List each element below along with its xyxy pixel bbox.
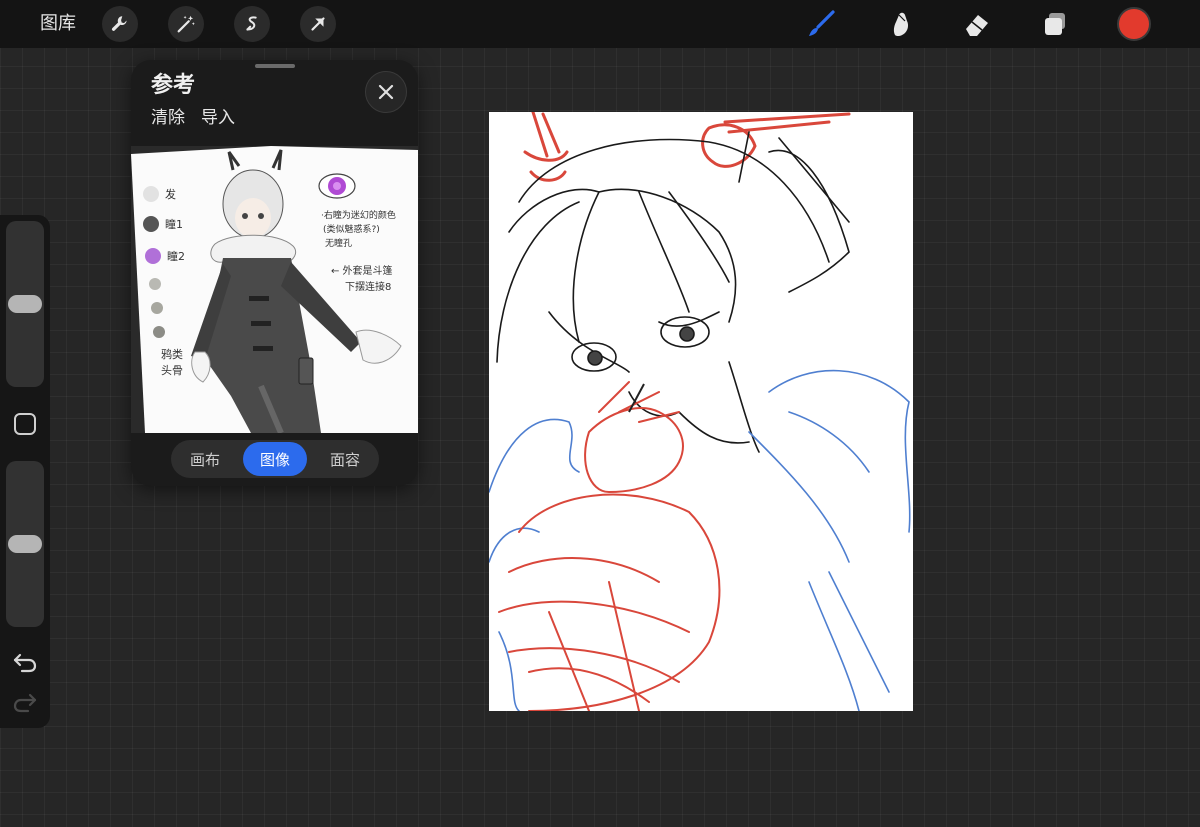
note-line-1: ·右瞳为迷幻的颜色 bbox=[321, 209, 396, 221]
left-sidebar bbox=[0, 215, 50, 728]
note-eye2: 瞳2 bbox=[167, 249, 185, 263]
note-eye1: 瞳1 bbox=[165, 217, 183, 231]
redo-icon[interactable] bbox=[12, 691, 38, 713]
sketch-artwork bbox=[489, 112, 911, 711]
brush-size-slider[interactable] bbox=[6, 221, 44, 387]
layers-icon bbox=[1045, 13, 1065, 35]
note-hair: 发 bbox=[165, 187, 176, 201]
undo-icon[interactable] bbox=[12, 651, 38, 673]
clear-button[interactable]: 清除 bbox=[151, 107, 185, 129]
reference-image[interactable]: 发 瞳1 瞳2 ·右瞳为迷幻的颜色 (类似魅惑系?) 无瞳孔 ← 外套是斗篷 下… bbox=[131, 146, 418, 433]
magic-wand-icon bbox=[177, 15, 195, 33]
tab-canvas[interactable]: 画布 bbox=[173, 442, 237, 476]
close-icon bbox=[378, 84, 394, 100]
character-reference-sheet: 发 瞳1 瞳2 ·右瞳为迷幻的颜色 (类似魅惑系?) 无瞳孔 ← 外套是斗篷 下… bbox=[131, 146, 418, 433]
red-ribbon-strokes bbox=[523, 112, 851, 182]
selection-button[interactable] bbox=[234, 6, 270, 42]
layers-button[interactable] bbox=[1037, 6, 1073, 42]
smudge-icon bbox=[893, 12, 909, 37]
reference-panel: 参考 清除 导入 发 瞳1 瞳2 ·右瞳为迷幻的颜色 (类似魅惑系?) 无瞳孔 … bbox=[131, 60, 418, 486]
swatch-hair bbox=[143, 186, 159, 202]
swatch-eye1 bbox=[143, 216, 159, 232]
note-line-6: 鸦类 bbox=[161, 347, 183, 361]
brush-icon bbox=[809, 10, 835, 36]
reference-title: 参考 bbox=[151, 73, 196, 98]
brush-size-slider-handle[interactable] bbox=[8, 295, 42, 313]
eraser-icon bbox=[966, 15, 988, 36]
note-line-4: ← 外套是斗篷 bbox=[331, 264, 393, 277]
actions-button[interactable] bbox=[102, 6, 138, 42]
reference-mode-control: 画布 图像 面容 bbox=[171, 440, 379, 478]
reference-actions: 清除 导入 bbox=[151, 107, 235, 129]
close-reference-button[interactable] bbox=[365, 71, 407, 113]
gallery-button[interactable]: 图库 bbox=[40, 12, 76, 36]
wrench-icon bbox=[111, 16, 127, 31]
drawing-canvas[interactable] bbox=[489, 112, 913, 711]
opacity-slider-handle[interactable] bbox=[8, 535, 42, 553]
brush-tool-button[interactable] bbox=[803, 6, 839, 42]
transform-arrow-icon bbox=[311, 17, 325, 31]
modify-button[interactable] bbox=[14, 413, 36, 435]
note-line-5: 下摆连接8 bbox=[345, 280, 391, 293]
note-line-7: 头骨 bbox=[161, 364, 183, 377]
transform-button[interactable] bbox=[300, 6, 336, 42]
top-toolbar: 图库 bbox=[0, 0, 1200, 48]
eraser-tool-button[interactable] bbox=[959, 6, 995, 42]
color-picker-button[interactable] bbox=[1117, 7, 1151, 41]
red-hand-strokes bbox=[498, 381, 721, 711]
tab-image[interactable]: 图像 bbox=[243, 442, 307, 476]
tab-face[interactable]: 面容 bbox=[313, 442, 377, 476]
blue-fur-strokes bbox=[489, 369, 911, 711]
adjustments-button[interactable] bbox=[168, 6, 204, 42]
smudge-tool-button[interactable] bbox=[882, 6, 918, 42]
note-line-3: 无瞳孔 bbox=[325, 237, 352, 249]
swatch-eye2 bbox=[145, 248, 161, 264]
opacity-slider[interactable] bbox=[6, 461, 44, 627]
selection-icon bbox=[246, 16, 257, 31]
note-line-2: (类似魅惑系?) bbox=[323, 223, 380, 235]
procreate-app: 图库 参考 清除 导入 发 瞳1 瞳2 ·右瞳为迷幻的颜色 (类似魅惑系?) 无… bbox=[0, 0, 1200, 827]
import-button[interactable]: 导入 bbox=[201, 107, 235, 129]
panel-drag-handle[interactable] bbox=[255, 64, 295, 68]
